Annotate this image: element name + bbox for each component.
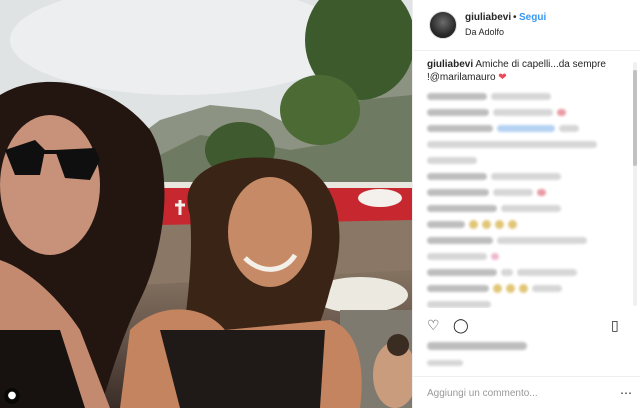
blurred-comment (427, 154, 625, 167)
location-link[interactable]: Da Adolfo (465, 27, 504, 37)
heart-emoji: ❤ (498, 72, 507, 83)
more-options-icon[interactable]: ⋯ (620, 386, 632, 400)
add-comment-bar: ⋯ (413, 376, 640, 409)
scrollbar-thumb[interactable] (633, 70, 637, 166)
photo-scene (0, 0, 412, 408)
blurred-comment (427, 170, 625, 183)
bookmark-icon[interactable]: ▯ (611, 318, 627, 334)
blurred-comment (427, 202, 625, 215)
follow-button[interactable]: Segui (519, 12, 546, 23)
blurred-comment (427, 106, 625, 119)
blurred-comment (427, 218, 625, 231)
blurred-comment (427, 122, 625, 135)
header-username[interactable]: giuliabevi (465, 12, 511, 23)
avatar[interactable] (429, 11, 457, 39)
like-heart-icon[interactable]: ♡ (427, 318, 443, 334)
comments-list[interactable]: giuliabevi Amiche di capelli...da sempre… (413, 58, 631, 308)
comment-icon[interactable]: ◯ (453, 318, 469, 334)
post-sidebar: giuliabevi • Segui Da Adolfo giuliabevi … (412, 0, 640, 408)
blurred-comment (427, 282, 625, 295)
blurred-comment (427, 90, 625, 103)
post-date-blurred (427, 360, 463, 366)
post-header: giuliabevi • Segui Da Adolfo (413, 0, 640, 51)
header-separator: • (513, 12, 517, 23)
blurred-comment (427, 266, 625, 279)
blurred-comment (427, 234, 625, 247)
blurred-comment (427, 138, 625, 151)
likes-count-blurred (427, 342, 527, 350)
user-icon[interactable]: ● (4, 388, 20, 404)
blurred-comment (427, 250, 625, 263)
caption-username[interactable]: giuliabevi (427, 59, 473, 70)
action-bar: ♡ ◯ ▯ (427, 318, 627, 336)
blurred-comment (427, 298, 625, 308)
caption: giuliabevi Amiche di capelli...da sempre… (427, 58, 625, 84)
post-photo: ● (0, 0, 412, 408)
comments-scrollbar[interactable] (633, 62, 637, 306)
comment-input[interactable] (427, 384, 617, 402)
blurred-comment (427, 186, 625, 199)
